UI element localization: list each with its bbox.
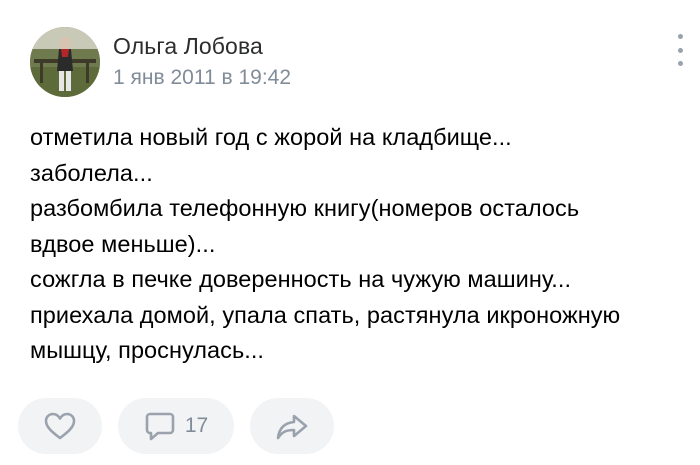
heart-icon	[44, 412, 76, 440]
post-text-line: вдвое меньше)...	[30, 230, 216, 257]
post-text-line: заболела...	[30, 159, 153, 186]
share-button[interactable]	[250, 398, 334, 454]
share-arrow-icon	[276, 414, 308, 440]
comment-button[interactable]: 17	[118, 398, 234, 454]
avatar[interactable]	[30, 27, 100, 97]
avatar-photo	[30, 27, 100, 97]
post-header: Ольга Лобова 1 янв 2011 в 19:42	[30, 26, 291, 98]
more-dot	[677, 61, 683, 66]
comments-count: 17	[184, 414, 209, 437]
post-text-line: приехала домой, упала спать, растянула и…	[30, 301, 621, 328]
post-meta: Ольга Лобова 1 янв 2011 в 19:42	[113, 31, 291, 93]
more-vertical-icon[interactable]	[674, 34, 686, 66]
post-date[interactable]: 1 янв 2011 в 19:42	[113, 63, 291, 93]
post-text-line: сожгла в печке доверенность на чужую маш…	[30, 266, 572, 292]
post-text: отметила новый год с жорой на кладбище..…	[30, 120, 700, 369]
like-button[interactable]	[18, 398, 102, 454]
post-text-line: разбомбила телефонную книгу(номеров оста…	[30, 195, 580, 221]
comment-bubble-icon	[145, 412, 175, 441]
wall-post: Ольга Лобова 1 янв 2011 в 19:42 отметила…	[0, 0, 700, 465]
more-dot	[677, 47, 683, 53]
post-actions: 17	[18, 398, 334, 454]
post-text-line: мышцу, проснулась...	[30, 337, 265, 363]
author-name[interactable]: Ольга Лобова	[113, 31, 291, 61]
more-dot	[677, 34, 683, 39]
post-text-line: отметила новый год с жорой на кладбище..…	[30, 124, 512, 150]
